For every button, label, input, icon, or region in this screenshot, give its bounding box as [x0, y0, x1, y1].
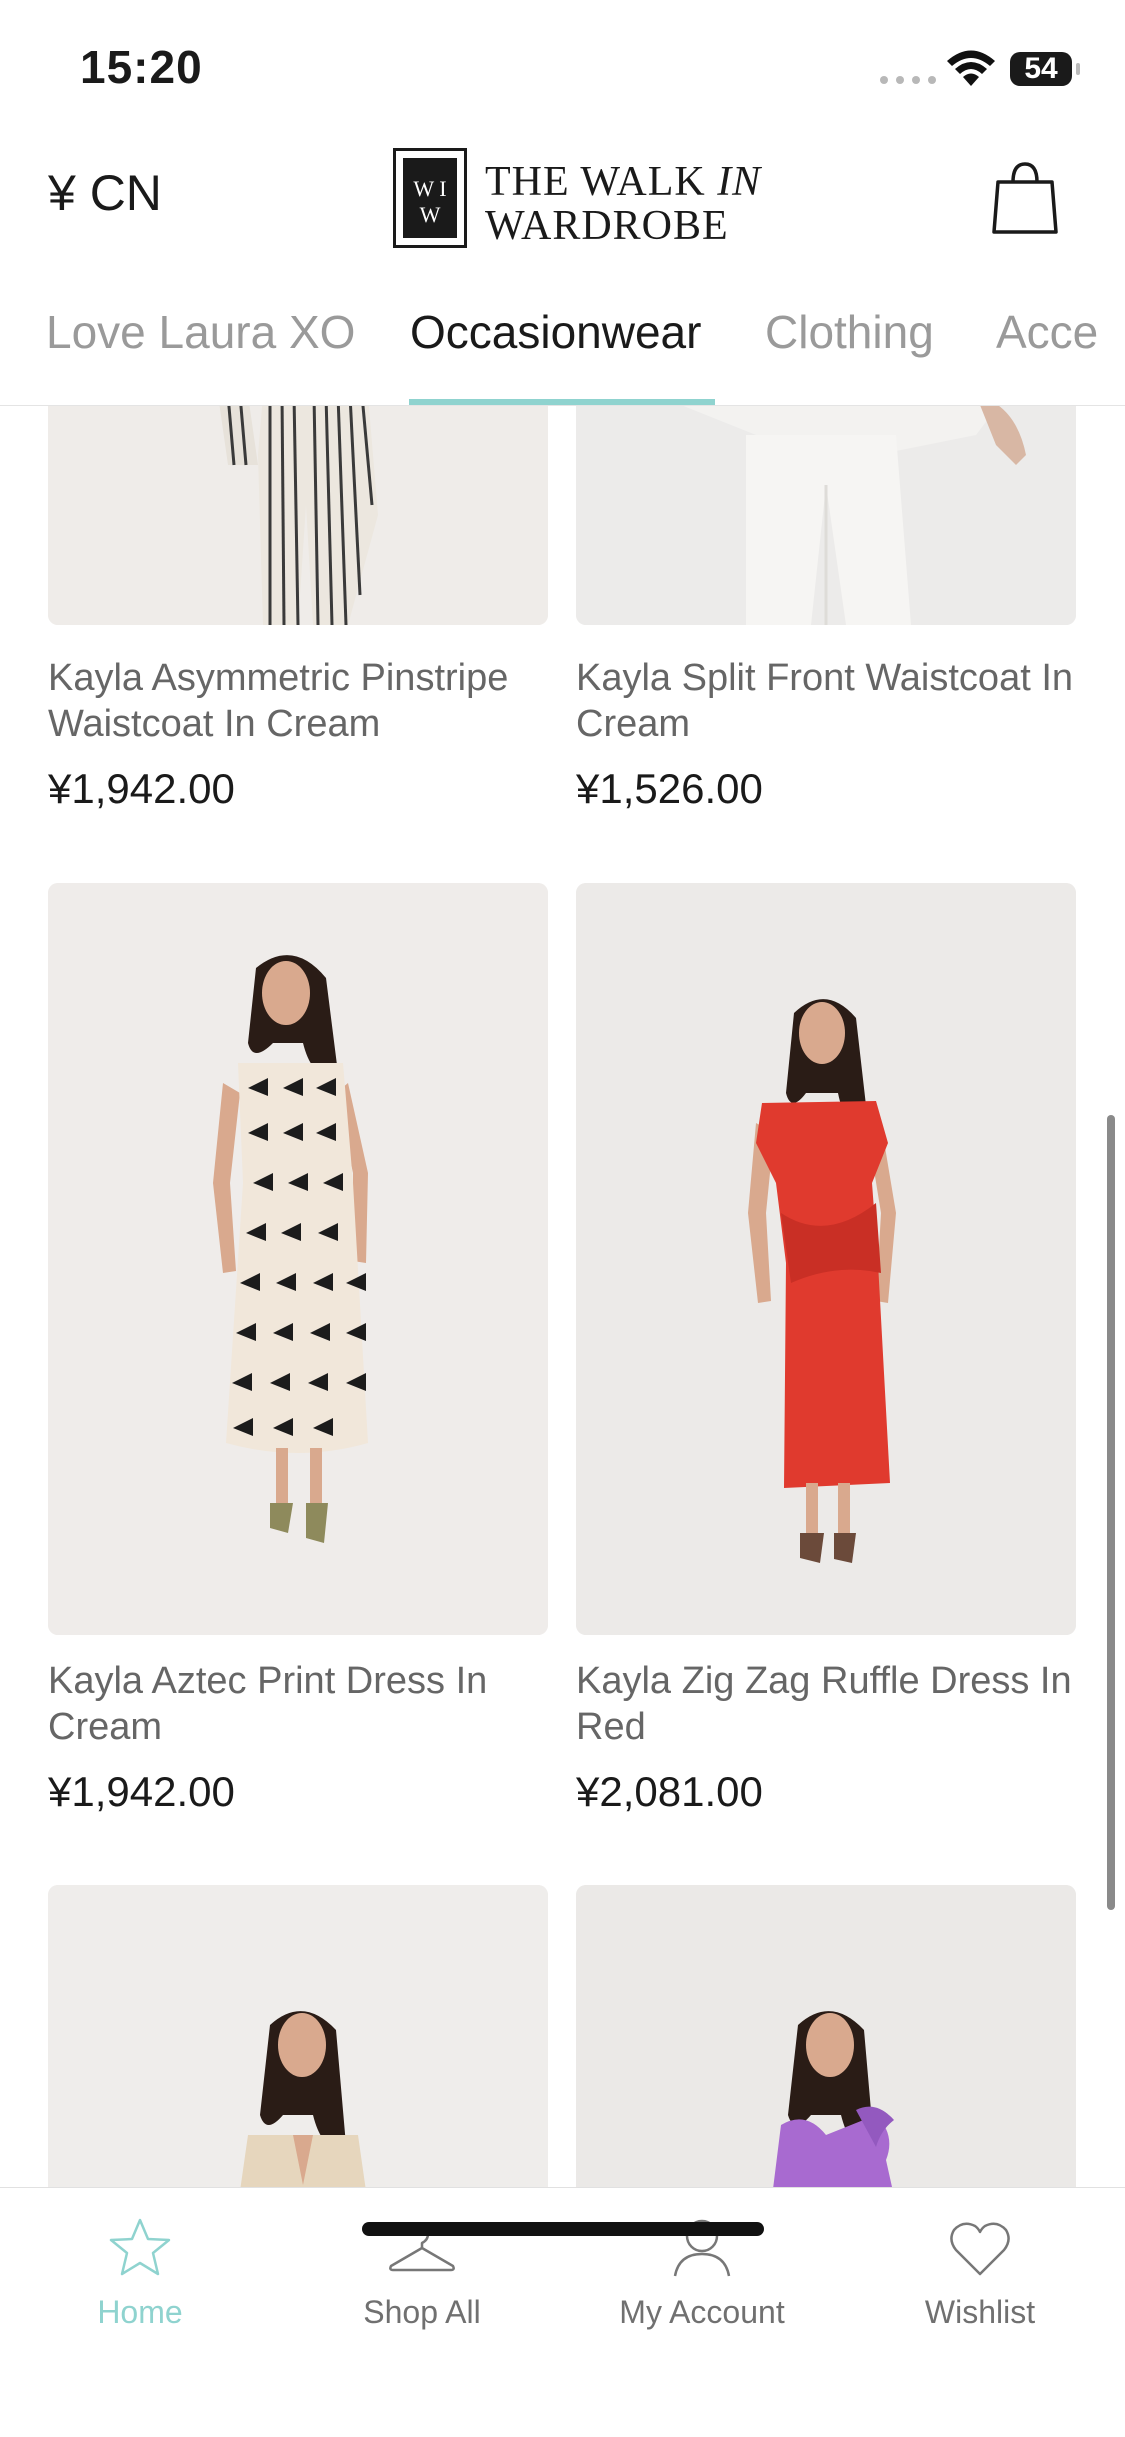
product-price: ¥1,942.00	[48, 765, 235, 812]
wifi-icon	[947, 50, 995, 86]
product-image[interactable]	[576, 1885, 1076, 2187]
nav-home-label: Home	[97, 2294, 183, 2330]
tab-clothing[interactable]: Clothing	[765, 305, 934, 359]
currency-selector[interactable]: ¥ CN	[48, 164, 162, 222]
product-price: ¥1,942.00	[48, 1768, 235, 1815]
nav-wishlist-label: Wishlist	[924, 2294, 1036, 2330]
status-time: 15:20	[80, 41, 203, 93]
product-title[interactable]: Kayla Split Front Waistcoat In Cream	[576, 655, 1076, 747]
shopping-bag-icon[interactable]	[990, 160, 1060, 236]
cellular-signal-icon	[880, 76, 936, 84]
product-title[interactable]: Kayla Aztec Print Dress In Cream	[48, 1658, 548, 1750]
product-price: ¥2,081.00	[576, 1768, 763, 1815]
battery-icon: 54	[1010, 52, 1080, 86]
product-image[interactable]	[576, 405, 1076, 625]
product-title[interactable]: Kayla Asymmetric Pinstripe Waistcoat In …	[48, 655, 548, 747]
tab-accessories[interactable]: Acce	[996, 305, 1098, 359]
scrollbar[interactable]	[1107, 1115, 1115, 1910]
tab-love-laura-xo[interactable]: Love Laura XO	[46, 305, 355, 359]
product-grid: Kayla Asymmetric Pinstripe Waistcoat In …	[0, 405, 1125, 2187]
heart-icon	[950, 2222, 1010, 2276]
nav-wishlist[interactable]: Wishlist	[850, 2216, 1110, 2331]
active-tab-indicator	[409, 399, 715, 405]
tab-occasionwear[interactable]: Occasionwear	[410, 305, 701, 359]
brand-logo[interactable]: W I W THE WALK IN WARDROBE	[393, 140, 760, 255]
product-price: ¥1,526.00	[576, 765, 763, 812]
logo-wordmark: THE WALK IN WARDROBE	[485, 159, 762, 249]
product-image[interactable]	[576, 883, 1076, 1635]
nav-home[interactable]: Home	[10, 2216, 270, 2331]
home-indicator[interactable]	[362, 2222, 764, 2236]
status-bar: 15:20 54	[0, 0, 1125, 130]
category-tabs: Love Laura XO Occasionwear Clothing Acce	[0, 285, 1125, 406]
product-image[interactable]	[48, 405, 548, 625]
logo-mark-icon: W I W	[393, 148, 467, 248]
product-title[interactable]: Kayla Zig Zag Ruffle Dress In Red	[576, 1658, 1076, 1750]
star-icon	[109, 2218, 171, 2276]
nav-my-account-label: My Account	[619, 2294, 785, 2330]
product-image[interactable]	[48, 1885, 548, 2187]
nav-shop-all-label: Shop All	[363, 2294, 481, 2330]
app-header: ¥ CN W I W THE WALK IN WARDROBE	[0, 130, 1125, 270]
product-image[interactable]	[48, 883, 548, 1635]
